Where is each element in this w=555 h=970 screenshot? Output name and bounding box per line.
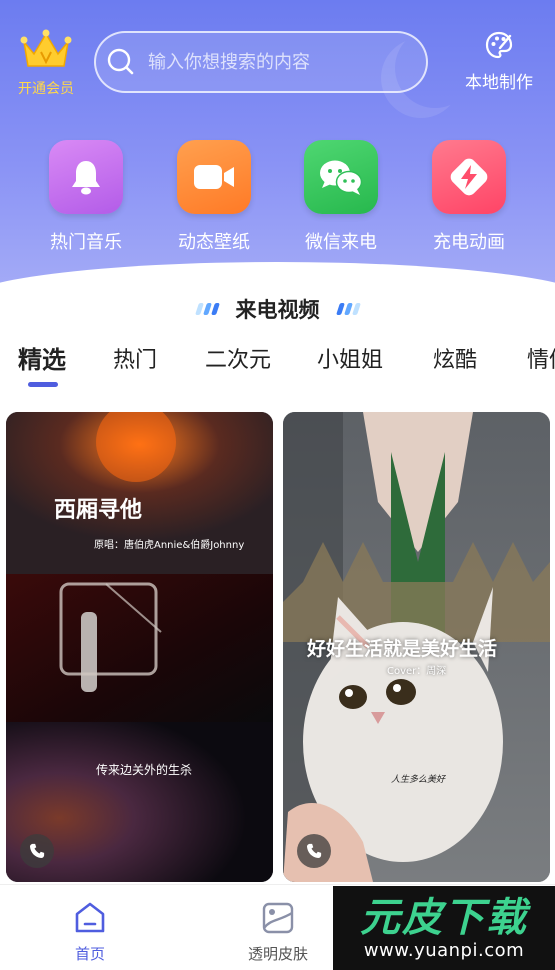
picture-icon bbox=[262, 902, 294, 934]
category-tabs: 精选 热门 二次元 小姐姐 炫酷 情侣 bbox=[0, 342, 555, 392]
shortcut-label: 动态壁纸 bbox=[178, 232, 250, 253]
search-input[interactable] bbox=[148, 51, 408, 73]
home-icon bbox=[75, 902, 105, 933]
shortcut-label: 热门音乐 bbox=[50, 232, 122, 253]
shortcut-wechat-call[interactable]: 微信来电 bbox=[286, 140, 396, 254]
section-title: 来电视频 bbox=[235, 298, 320, 322]
video-card[interactable]: 好好生活就是美好生活 Cover：周深 人生多么美好 bbox=[283, 412, 550, 882]
tab-couple[interactable]: 情侣 bbox=[527, 342, 555, 374]
nav-label: 首页 bbox=[74, 945, 105, 963]
tab-girls[interactable]: 小姐姐 bbox=[317, 342, 383, 374]
vip-button[interactable]: 开通会员 bbox=[10, 28, 82, 98]
decoration-right bbox=[335, 303, 361, 315]
tab-indicator bbox=[28, 382, 58, 387]
tab-hot[interactable]: 热门 bbox=[113, 342, 157, 374]
card-title: 好好生活就是美好生活 bbox=[307, 638, 498, 660]
shortcut-live-wallpaper[interactable]: 动态壁纸 bbox=[159, 140, 269, 254]
card-title: 西厢寻他 bbox=[54, 498, 143, 523]
tab-anime[interactable]: 二次元 bbox=[205, 342, 271, 374]
nav-home[interactable]: 首页 bbox=[45, 901, 135, 964]
vip-label: 开通会员 bbox=[18, 81, 74, 97]
video-thumbnail bbox=[6, 412, 273, 882]
header: 开通会员 本地制作 热门音乐 bbox=[0, 0, 555, 300]
nav-transparent-skin[interactable]: 透明皮肤 bbox=[233, 901, 323, 964]
local-make-label: 本地制作 bbox=[465, 73, 533, 93]
card-credit: Cover：周深 bbox=[387, 666, 447, 677]
video-camera-icon bbox=[194, 165, 234, 189]
palette-icon bbox=[485, 31, 513, 59]
tab-featured[interactable]: 精选 bbox=[18, 340, 66, 375]
local-make-button[interactable]: 本地制作 bbox=[456, 30, 542, 93]
search-bar[interactable] bbox=[94, 31, 428, 93]
phone-icon bbox=[307, 843, 322, 858]
decoration-left bbox=[194, 303, 220, 315]
crown-icon bbox=[20, 29, 72, 67]
call-button[interactable] bbox=[297, 834, 331, 868]
call-button[interactable] bbox=[20, 834, 54, 868]
watermark: 元皮下载 www.yuanpi.com bbox=[333, 886, 555, 970]
phone-icon bbox=[30, 843, 45, 858]
section-header: 来电视频 bbox=[0, 292, 555, 326]
shortcut-label: 充电动画 bbox=[433, 232, 505, 253]
watermark-logo: 元皮下载 bbox=[360, 893, 528, 941]
shortcut-charging-animation[interactable]: 充电动画 bbox=[414, 140, 524, 254]
wechat-icon bbox=[320, 160, 363, 195]
watermark-url: www.yuanpi.com bbox=[363, 939, 525, 961]
card-caption: 传来边关外的生杀 bbox=[96, 763, 193, 777]
shortcut-grid: 热门音乐 动态壁纸 微信来电 充电动画 bbox=[0, 140, 555, 255]
video-card[interactable]: 西厢寻他 原唱：唐伯虎Annie&伯爵Johnny 传来边关外的生杀 bbox=[6, 412, 273, 882]
card-credit: 原唱：唐伯虎Annie&伯爵Johnny bbox=[94, 540, 245, 551]
nav-label: 透明皮肤 bbox=[247, 945, 308, 963]
shortcut-hot-music[interactable]: 热门音乐 bbox=[31, 140, 141, 254]
bell-icon bbox=[72, 161, 100, 195]
tab-cool[interactable]: 炫酷 bbox=[433, 342, 477, 374]
search-icon bbox=[107, 48, 134, 75]
shortcut-tile bbox=[432, 140, 506, 214]
shortcut-label: 微信来电 bbox=[305, 232, 377, 253]
shortcut-tile bbox=[49, 140, 123, 214]
shortcut-tile bbox=[177, 140, 251, 214]
lightning-icon bbox=[450, 158, 488, 196]
card-caption: 人生多么美好 bbox=[391, 775, 446, 785]
shortcut-tile bbox=[304, 140, 378, 214]
